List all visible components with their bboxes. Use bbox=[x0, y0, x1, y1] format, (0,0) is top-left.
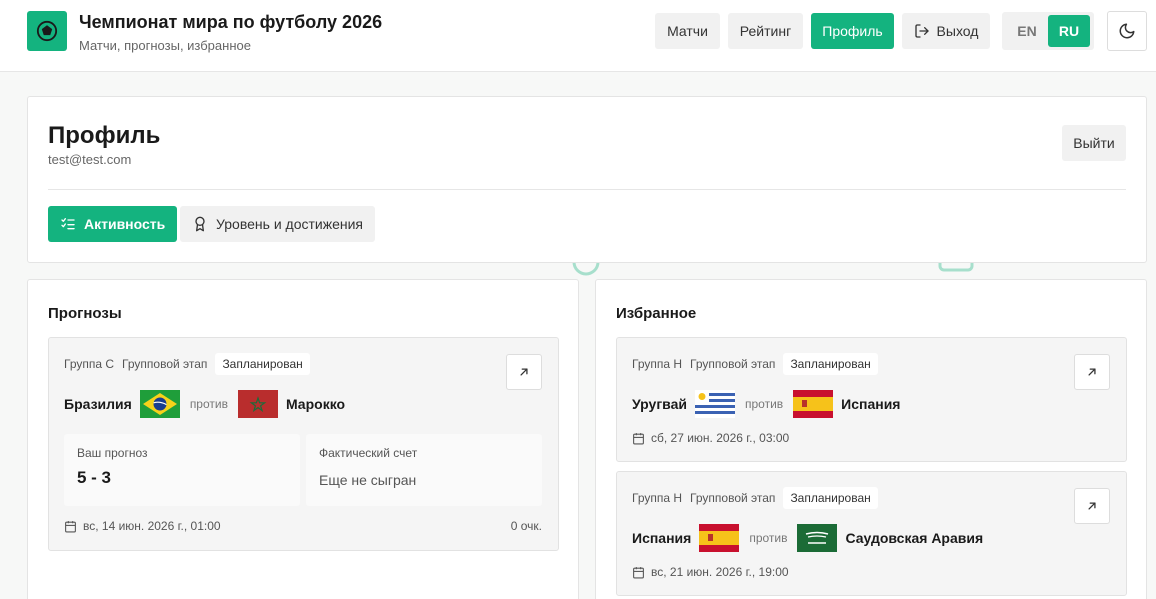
spain-flag-icon bbox=[699, 524, 740, 552]
versus-label: против bbox=[744, 397, 784, 411]
away-team-name: Испания bbox=[841, 396, 901, 412]
nav-rating-label: Рейтинг bbox=[739, 23, 792, 39]
home-team-name: Испания bbox=[632, 530, 692, 546]
calendar-icon bbox=[633, 432, 644, 444]
your-prediction-label: Ваш прогноз bbox=[77, 446, 148, 460]
favorite-match-card: Группа H Групповой этап Запланирован Уру… bbox=[616, 337, 1127, 462]
predictions-title: Прогнозы bbox=[48, 305, 122, 322]
home-team-name: Уругвай bbox=[632, 396, 687, 412]
your-prediction-value: 5 - 3 bbox=[77, 468, 112, 487]
status-badge: Запланирован bbox=[783, 487, 878, 509]
nav-rating-button[interactable]: Рейтинг bbox=[728, 13, 803, 49]
nav-profile-label: Профиль bbox=[822, 23, 883, 39]
match-meta: Группа H Групповой этап Запланирован bbox=[632, 353, 878, 375]
logout-icon bbox=[914, 24, 929, 38]
away-team-name: Марокко bbox=[285, 396, 346, 412]
calendar-icon bbox=[65, 520, 76, 532]
uruguay-flag-icon bbox=[694, 390, 735, 418]
morocco-flag-icon bbox=[237, 390, 278, 418]
award-icon bbox=[195, 216, 205, 232]
arrow-up-right-icon bbox=[520, 368, 528, 376]
match-group: Группа C bbox=[64, 357, 115, 371]
match-stage: Групповой этап bbox=[122, 357, 208, 371]
lang-ru-button[interactable]: RU bbox=[1048, 15, 1090, 47]
versus-label: против bbox=[189, 397, 228, 411]
match-date: сб, 27 июн. 2026 г., 03:00 bbox=[632, 431, 789, 445]
match-date: вс, 14 июн. 2026 г., 01:00 bbox=[64, 519, 221, 533]
your-prediction-box: Ваш прогноз 5 - 3 bbox=[64, 434, 300, 506]
app-subtitle: Матчи, прогнозы, избранное bbox=[79, 38, 251, 53]
tab-achievements[interactable]: Уровень и достижения bbox=[180, 206, 375, 242]
match-date: вс, 21 июн. 2026 г., 19:00 bbox=[632, 565, 789, 579]
lang-en-button[interactable]: EN bbox=[1006, 15, 1048, 47]
profile-card: Профиль test@test.com Выйти Активность У… bbox=[27, 96, 1147, 263]
favorites-card: Избранное Группа H Групповой этап Заплан… bbox=[595, 279, 1147, 599]
away-team-name: Саудовская Аравия bbox=[845, 530, 984, 546]
match-group: Группа H bbox=[632, 491, 683, 505]
logout-button[interactable]: Выйти bbox=[1062, 125, 1126, 161]
status-badge: Запланирован bbox=[783, 353, 878, 375]
saudi-arabia-flag-icon bbox=[797, 524, 838, 552]
nav-matches-label: Матчи bbox=[667, 23, 708, 39]
tab-activity-label: Активность bbox=[84, 216, 166, 232]
actual-score-label: Фактический счет bbox=[319, 446, 418, 460]
favorites-title: Избранное bbox=[616, 305, 697, 322]
favorite-match-card: Группа H Групповой этап Запланирован Исп… bbox=[616, 471, 1127, 596]
match-meta: Группа H Групповой этап Запланирован bbox=[632, 487, 878, 509]
app-header: Чемпионат мира по футболу 2026 Матчи, пр… bbox=[0, 0, 1156, 72]
tab-activity[interactable]: Активность bbox=[48, 206, 178, 242]
theme-toggle-button[interactable] bbox=[1107, 11, 1147, 51]
profile-email: test@test.com bbox=[48, 152, 132, 167]
nav-profile-button[interactable]: Профиль bbox=[811, 13, 894, 49]
home-team-name: Бразилия bbox=[64, 396, 132, 412]
match-date-text: вс, 21 июн. 2026 г., 19:00 bbox=[651, 565, 789, 579]
tab-achievements-label: Уровень и достижения bbox=[216, 216, 363, 232]
brazil-flag-icon bbox=[139, 390, 180, 418]
nav-exit-button[interactable]: Выход bbox=[902, 13, 990, 49]
match-date-text: сб, 27 июн. 2026 г., 03:00 bbox=[651, 431, 790, 445]
match-teams: Бразилия против Марокко bbox=[64, 390, 345, 418]
list-check-icon bbox=[61, 218, 75, 230]
divider bbox=[48, 189, 1126, 190]
prediction-match-card: Группа C Групповой этап Запланирован Бра… bbox=[48, 337, 559, 551]
app-title: Чемпионат мира по футболу 2026 bbox=[79, 12, 383, 32]
match-date-text: вс, 14 июн. 2026 г., 01:00 bbox=[83, 519, 221, 533]
moon-icon bbox=[1119, 23, 1135, 39]
versus-label: против bbox=[749, 531, 788, 545]
open-match-button[interactable] bbox=[1074, 488, 1110, 524]
match-stage: Групповой этап bbox=[690, 357, 776, 371]
arrow-up-right-icon bbox=[1088, 368, 1096, 376]
arrow-up-right-icon bbox=[1088, 502, 1096, 510]
spain-flag-icon bbox=[793, 390, 834, 418]
actual-score-value: Еще не сыгран bbox=[319, 472, 417, 488]
match-teams: Уругвай против Испания bbox=[632, 390, 900, 418]
points-value: 0 очк. bbox=[510, 519, 542, 533]
nav-matches-button[interactable]: Матчи bbox=[655, 13, 720, 49]
language-switcher: EN RU bbox=[1002, 12, 1094, 50]
match-meta: Группа C Групповой этап Запланирован bbox=[64, 353, 310, 375]
profile-title: Профиль bbox=[48, 122, 161, 149]
predictions-card: Прогнозы Группа C Групповой этап Заплани… bbox=[27, 279, 579, 599]
open-match-button[interactable] bbox=[506, 354, 542, 390]
open-match-button[interactable] bbox=[1074, 354, 1110, 390]
status-badge: Запланирован bbox=[215, 353, 310, 375]
calendar-icon bbox=[633, 566, 644, 578]
actual-score-box: Фактический счет Еще не сыгран bbox=[306, 434, 542, 506]
nav-exit-label: Выход bbox=[936, 23, 979, 39]
soccer-ball-icon bbox=[36, 20, 58, 42]
match-teams: Испания против Саудовская Аравия bbox=[632, 524, 983, 552]
app-logo bbox=[27, 11, 67, 51]
match-group: Группа H bbox=[632, 357, 683, 371]
match-stage: Групповой этап bbox=[690, 491, 776, 505]
